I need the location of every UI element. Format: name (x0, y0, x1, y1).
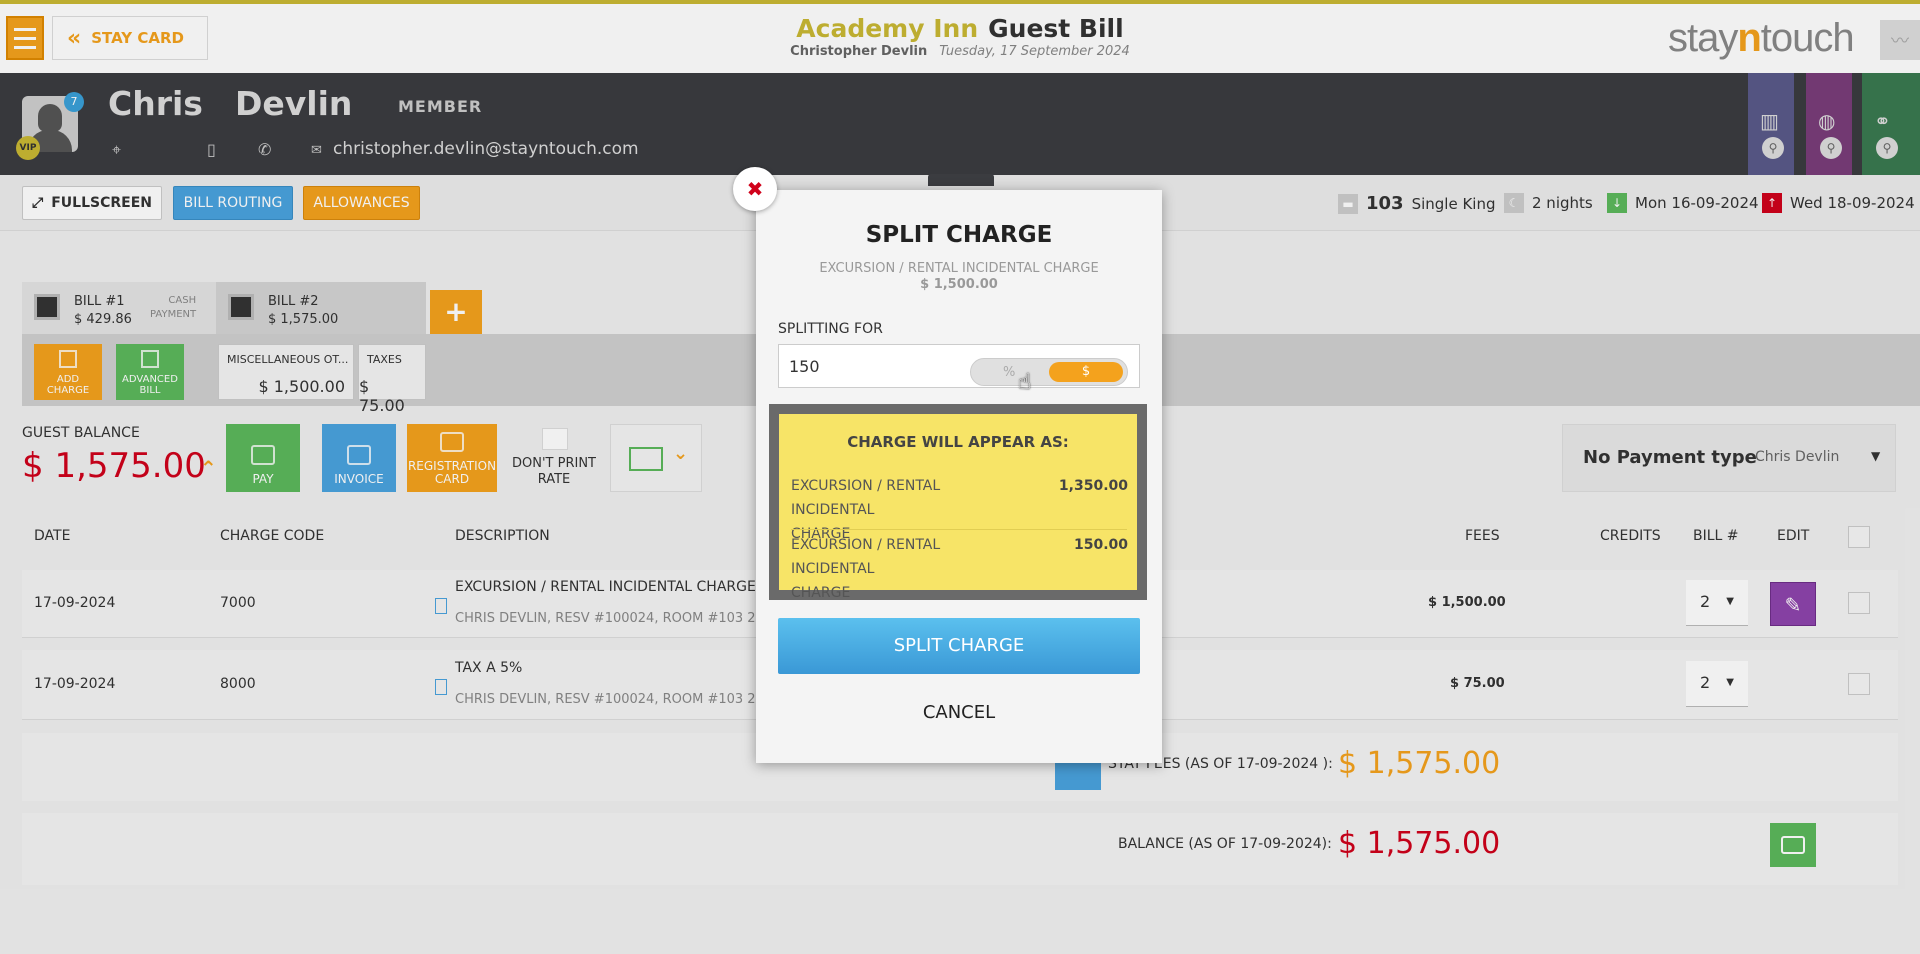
split-charge-button[interactable]: SPLIT CHARGE (778, 618, 1140, 674)
dialog-charge-amount: $ 1,500.00 (920, 277, 998, 292)
dialog-charge-name: EXCURSION / RENTAL INCIDENTAL CHARGE (819, 261, 1099, 276)
close-button[interactable]: ✖ (733, 167, 777, 211)
preview-title: CHARGE WILL APPEAR AS: (847, 433, 1069, 451)
preview-line-amount: 150.00 (1073, 537, 1128, 553)
hand-pointer-icon: ☝ (1018, 370, 1032, 395)
unit-percent-option[interactable]: % (1003, 365, 1015, 380)
splitting-for-label: SPLITTING FOR (778, 321, 883, 337)
unit-dollar-option[interactable]: $ (1049, 362, 1123, 382)
preview-divider (791, 529, 1127, 530)
preview-line-description: EXCURSION / RENTAL INCIDENTAL CHARGE (791, 537, 941, 601)
cancel-button[interactable]: CANCEL (756, 702, 1162, 723)
unit-toggle[interactable]: % $ (970, 358, 1128, 386)
preview-line-amount: 1,350.00 (1058, 478, 1128, 494)
modal-handle (928, 174, 994, 186)
dialog-title: SPLIT CHARGE (865, 222, 1053, 248)
close-icon: ✖ (746, 177, 764, 201)
